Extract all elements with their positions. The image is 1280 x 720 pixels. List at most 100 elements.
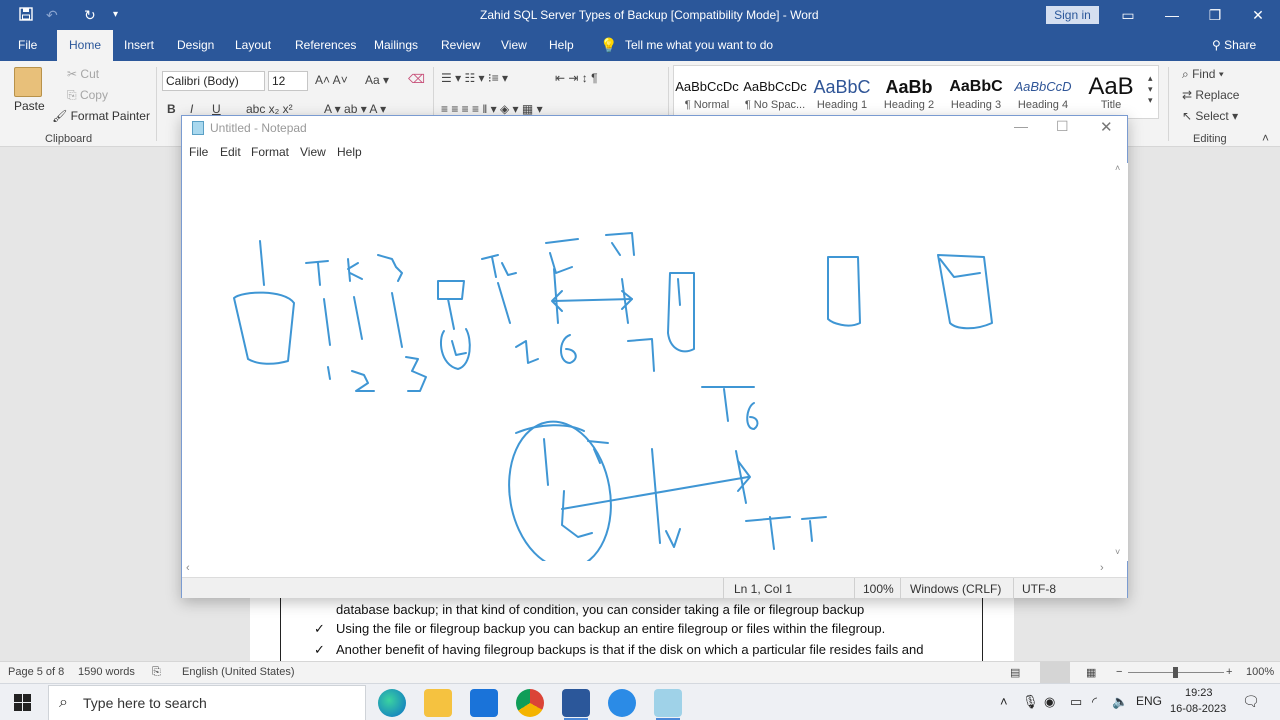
tab-view[interactable]: View <box>501 30 527 61</box>
camera-icon[interactable]: ◉ <box>1044 694 1055 710</box>
style-title[interactable]: AaB Title <box>1077 75 1145 111</box>
scroll-up-icon[interactable]: ˄ <box>1115 163 1120 173</box>
text-effects-icon[interactable]: A ▾ ab ▾ A ▾ <box>324 102 386 116</box>
style-heading-4[interactable]: AaBbCcD Heading 4 <box>1009 75 1077 111</box>
tab-references[interactable]: References <box>295 30 356 61</box>
bullets-icon[interactable]: ☰ ▾ ☷ ▾ ⁝≡ ▾ <box>441 71 508 85</box>
style-no-spacing[interactable]: AaBbCcDc ¶ No Spac... <box>741 75 809 111</box>
tab-mailings[interactable]: Mailings <box>374 30 418 61</box>
language-indicator[interactable]: ENG <box>1136 694 1162 708</box>
collapse-ribbon-icon[interactable]: ˄ <box>1262 131 1269 145</box>
print-layout-icon[interactable] <box>1040 662 1070 683</box>
proofing-icon[interactable]: ⎘ <box>152 666 161 679</box>
select-button[interactable]: ↖ Select ▾ <box>1182 109 1238 123</box>
mail-icon[interactable] <box>470 689 498 717</box>
document-page[interactable]: database backup; in that kind of conditi… <box>250 590 1014 661</box>
font-size-dropdown[interactable]: 12 <box>268 71 308 91</box>
edge-icon[interactable] <box>378 689 406 717</box>
close-icon[interactable]: ✕ <box>1100 118 1113 136</box>
menu-file[interactable]: File <box>189 145 208 159</box>
tell-me-search[interactable]: Tell me what you want to do <box>625 30 773 61</box>
read-mode-icon[interactable]: ▤ <box>1010 666 1020 679</box>
style-normal[interactable]: AaBbCcDc ¶ Normal <box>673 75 741 111</box>
grow-font-icon[interactable]: A˄ A˅ <box>315 73 348 87</box>
menu-edit[interactable]: Edit <box>220 145 241 159</box>
strikethrough-icon[interactable]: abc x₂ x² <box>246 102 293 116</box>
bold-icon[interactable]: B <box>167 102 176 116</box>
microphone-icon[interactable]: 🎙 <box>1022 694 1039 710</box>
chrome-icon[interactable] <box>516 689 544 717</box>
underline-icon[interactable]: U <box>212 102 221 116</box>
find-button[interactable]: ⌕ Find ▾ <box>1182 67 1224 82</box>
menu-format[interactable]: Format <box>251 145 289 159</box>
file-explorer-icon[interactable] <box>424 689 452 717</box>
maximize-icon[interactable]: ☐ <box>1056 118 1069 135</box>
sign-in-button[interactable]: Sign in <box>1046 6 1099 24</box>
taskbar-search-box[interactable]: ⌕ Type here to search <box>48 685 366 720</box>
tab-file[interactable]: File <box>18 30 37 61</box>
font-name-dropdown[interactable]: Calibri (Body) <box>162 71 265 91</box>
copy-button[interactable]: ⎘ Copy <box>67 88 108 103</box>
replace-button[interactable]: ⇄ Replace <box>1182 88 1239 102</box>
web-layout-icon[interactable]: ▦ <box>1086 666 1096 679</box>
clock-time[interactable]: 19:23 <box>1185 687 1213 699</box>
notepad-icon[interactable] <box>654 689 682 717</box>
zoom-slider-thumb[interactable] <box>1173 667 1178 678</box>
format-painter-button[interactable]: 🖌 Format Painter <box>52 109 150 123</box>
redo-icon[interactable]: ↻ <box>84 7 96 24</box>
page-count[interactable]: Page 5 of 8 <box>8 666 64 678</box>
zoom-level[interactable]: 100% <box>1246 666 1274 678</box>
tab-review[interactable]: Review <box>441 30 480 61</box>
word-icon[interactable] <box>562 689 590 717</box>
share-button[interactable]: ⚲ Share <box>1212 30 1256 61</box>
horizontal-scrollbar[interactable]: ‹ › <box>182 561 1112 577</box>
menu-view[interactable]: View <box>300 145 326 159</box>
tab-help[interactable]: Help <box>549 30 574 61</box>
windows-start-icon[interactable] <box>14 694 31 714</box>
language-status[interactable]: English (United States) <box>182 666 295 678</box>
ink-stroke <box>651 448 661 544</box>
scroll-left-icon[interactable]: ‹ <box>186 562 190 574</box>
align-icon[interactable]: ≡ ≡ ≡ ≡ ‖ ▾ ◈ ▾ ▦ ▾ <box>441 102 543 116</box>
scroll-down-icon[interactable]: ˅ <box>1115 547 1120 557</box>
save-icon[interactable] <box>19 7 33 24</box>
clear-formatting-icon[interactable]: ⌫ <box>408 72 425 86</box>
menu-help[interactable]: Help <box>337 145 362 159</box>
cut-button[interactable]: ✂ Cut <box>67 67 99 81</box>
indent-icon[interactable]: ⇤ ⇥ ↕ ¶ <box>555 71 598 85</box>
notifications-icon[interactable]: 🗨 <box>1242 693 1260 710</box>
restore-icon[interactable]: ❐ <box>1195 0 1235 30</box>
scroll-right-icon[interactable]: › <box>1100 562 1104 574</box>
wifi-icon[interactable]: ◜ <box>1092 694 1097 710</box>
change-case-icon[interactable]: Aa ▾ <box>365 73 389 87</box>
zoom-in-icon[interactable]: + <box>1226 666 1232 678</box>
paste-button[interactable]: Paste <box>14 99 45 113</box>
customize-toolbar-icon[interactable]: ▾ <box>113 9 118 20</box>
tab-design[interactable]: Design <box>177 30 214 61</box>
styles-scroll-icon[interactable]: ▴ ▾ ▾ <box>1148 73 1153 106</box>
vertical-scrollbar[interactable]: ˄ ˅ <box>1112 163 1128 561</box>
lightbulb-icon: 💡 <box>600 37 618 53</box>
zoom-out-icon[interactable]: − <box>1116 666 1122 678</box>
windows-taskbar: ⌕ Type here to search ˄ 🎙 ◉ ▭ ◜ 🔈 ENG 19… <box>0 683 1280 720</box>
notepad-text-area[interactable] <box>182 163 1112 570</box>
tray-overflow-icon[interactable]: ˄ <box>1000 694 1008 709</box>
paste-icon[interactable] <box>14 67 42 97</box>
minimize-icon[interactable]: — <box>1152 0 1192 30</box>
word-count[interactable]: 1590 words <box>78 666 135 678</box>
tab-insert[interactable]: Insert <box>124 30 154 61</box>
battery-icon[interactable]: ▭ <box>1070 694 1082 710</box>
tab-home[interactable]: Home <box>57 30 114 61</box>
style-heading-1[interactable]: AaBbC Heading 1 <box>808 75 876 111</box>
zoom-app-icon[interactable] <box>608 689 636 717</box>
style-heading-2[interactable]: AaBb Heading 2 <box>875 75 943 111</box>
undo-icon[interactable]: ↶ <box>46 7 58 24</box>
italic-icon[interactable]: I <box>190 102 193 116</box>
tab-layout[interactable]: Layout <box>235 30 271 61</box>
clock-date[interactable]: 16-08-2023 <box>1170 703 1226 715</box>
style-heading-3[interactable]: AaBbC Heading 3 <box>942 75 1010 111</box>
ribbon-display-icon[interactable]: ▭ <box>1108 0 1148 30</box>
close-icon[interactable]: ✕ <box>1238 0 1278 30</box>
minimize-icon[interactable]: — <box>1014 118 1028 134</box>
volume-icon[interactable]: 🔈 <box>1112 694 1128 710</box>
